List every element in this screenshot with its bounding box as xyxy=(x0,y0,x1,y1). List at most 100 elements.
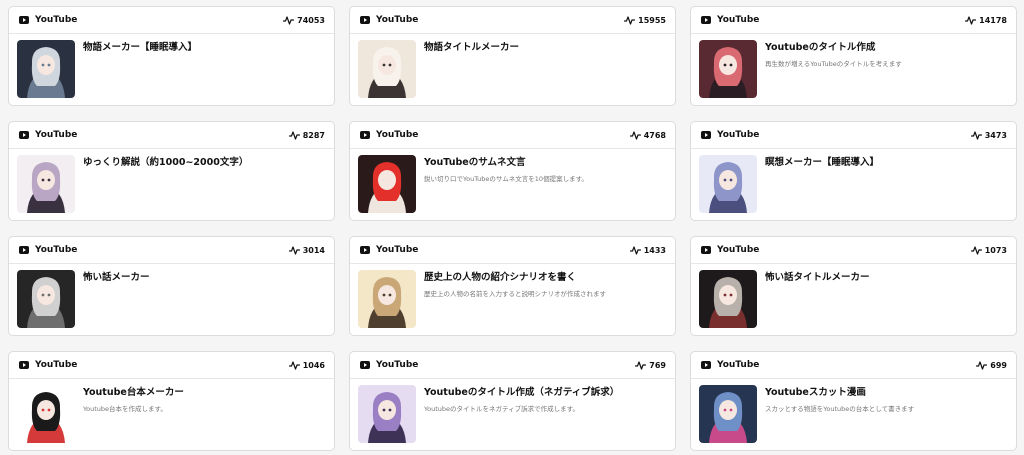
prompt-card[interactable]: YouTube 1046 Youtube台本メーカー Youtube台本を作成し… xyxy=(8,351,335,451)
thumbnail-image[interactable] xyxy=(17,270,75,328)
category-tag[interactable]: YouTube xyxy=(701,360,759,370)
thumbnail-image[interactable] xyxy=(17,40,75,98)
category-label: YouTube xyxy=(717,245,760,255)
prompt-card[interactable]: YouTube 3473 瞑想メーカー【睡眠導入】 xyxy=(690,121,1017,221)
card-header: YouTube 769 xyxy=(350,352,675,379)
prompt-card[interactable]: YouTube 4768 YouTubeのサムネ文言 鋭い切り口でYouTube… xyxy=(349,121,676,221)
card-header: YouTube 15955 xyxy=(350,7,675,34)
category-tag[interactable]: YouTube xyxy=(19,15,77,25)
usage-count: 14178 xyxy=(979,15,1007,25)
thumbnail-image[interactable] xyxy=(17,155,75,213)
youtube-icon xyxy=(360,16,370,24)
prompt-card[interactable]: YouTube 1073 怖い話タイトルメーカー xyxy=(690,236,1017,336)
youtube-icon xyxy=(360,131,370,139)
category-tag[interactable]: YouTube xyxy=(360,245,418,255)
card-info: Youtubeのタイトル作成（ネガティブ訴求） Youtubeのタイトルをネガテ… xyxy=(424,385,619,443)
card-title[interactable]: Youtubeのタイトル作成 xyxy=(765,41,902,54)
card-header: YouTube 1433 xyxy=(350,237,675,264)
thumbnail-image[interactable] xyxy=(358,270,416,328)
activity-icon xyxy=(624,15,636,25)
usage-stat: 4768 xyxy=(629,130,666,140)
usage-stat: 1433 xyxy=(629,246,666,255)
card-body: 瞑想メーカー【睡眠導入】 xyxy=(691,149,1016,219)
usage-count: 4768 xyxy=(643,130,666,140)
prompt-card[interactable]: YouTube 15955 物語タイトルメーカー xyxy=(349,6,676,106)
card-header: YouTube 1073 xyxy=(691,237,1016,264)
card-body: Youtube台本メーカー Youtube台本を作成します。 xyxy=(9,379,334,449)
activity-icon xyxy=(970,245,982,255)
usage-stat: 3014 xyxy=(288,246,325,255)
card-info: 歴史上の人物の紹介シナリオを書く 歴史上の人物の名前を入力すると説明シナリオが作… xyxy=(424,270,606,328)
prompt-card[interactable]: YouTube 74053 物語メーカー【睡眠導入】 xyxy=(8,6,335,106)
prompt-card[interactable]: YouTube 1433 歴史上の人物の紹介シナリオを書く 歴史上の人物の名前を… xyxy=(349,236,676,336)
usage-count: 1073 xyxy=(984,245,1007,255)
thumbnail-image[interactable] xyxy=(699,155,757,213)
card-body: 怖い話タイトルメーカー xyxy=(691,264,1016,334)
card-title[interactable]: ゆっくり解説（約1000~2000文字） xyxy=(83,156,248,169)
prompt-card[interactable]: YouTube 8287 ゆっくり解説（約1000~2000文字） xyxy=(8,121,335,221)
prompt-card[interactable]: YouTube 699 Youtubeスカット漫画 スカッとする物語をYoutu… xyxy=(690,351,1017,451)
card-header: YouTube 8287 xyxy=(9,122,334,149)
category-label: YouTube xyxy=(717,130,760,140)
category-label: YouTube xyxy=(717,15,760,25)
card-title[interactable]: Youtube台本メーカー xyxy=(83,386,184,399)
card-info: 怖い話タイトルメーカー xyxy=(765,270,870,328)
youtube-icon xyxy=(19,361,29,369)
card-header: YouTube 4768 xyxy=(350,122,675,149)
card-body: Youtubeスカット漫画 スカッとする物語をYoutubeの台本として書きます xyxy=(691,379,1016,449)
category-tag[interactable]: YouTube xyxy=(701,130,759,140)
card-title[interactable]: 瞑想メーカー【睡眠導入】 xyxy=(765,156,879,169)
usage-stat: 3473 xyxy=(970,130,1007,140)
category-tag[interactable]: YouTube xyxy=(19,360,77,370)
usage-count: 1046 xyxy=(302,360,325,370)
category-tag[interactable]: YouTube xyxy=(701,245,759,255)
card-body: 歴史上の人物の紹介シナリオを書く 歴史上の人物の名前を入力すると説明シナリオが作… xyxy=(350,264,675,334)
card-title[interactable]: 怖い話タイトルメーカー xyxy=(765,271,870,284)
category-tag[interactable]: YouTube xyxy=(19,130,77,140)
card-body: Youtubeのタイトル作成 再生数が増えるYouTubeのタイトルを考えます xyxy=(691,34,1016,104)
thumbnail-image[interactable] xyxy=(358,40,416,98)
card-info: Youtubeのタイトル作成 再生数が増えるYouTubeのタイトルを考えます xyxy=(765,40,902,98)
category-label: YouTube xyxy=(35,130,78,140)
thumbnail-image[interactable] xyxy=(699,40,757,98)
prompt-card[interactable]: YouTube 14178 Youtubeのタイトル作成 再生数が増えるYouT… xyxy=(690,6,1017,106)
card-body: 物語タイトルメーカー xyxy=(350,34,675,104)
category-tag[interactable]: YouTube xyxy=(701,15,759,25)
card-title[interactable]: Youtubeのタイトル作成（ネガティブ訴求） xyxy=(424,386,619,399)
card-description: 歴史上の人物の名前を入力すると説明シナリオが作成されます xyxy=(424,290,606,298)
card-info: 物語タイトルメーカー xyxy=(424,40,519,98)
card-header: YouTube 1046 xyxy=(9,352,334,379)
activity-icon xyxy=(965,15,977,25)
thumbnail-image[interactable] xyxy=(699,385,757,443)
thumbnail-image[interactable] xyxy=(699,270,757,328)
prompt-card[interactable]: YouTube 769 Youtubeのタイトル作成（ネガティブ訴求） Yout… xyxy=(349,351,676,451)
usage-count: 15955 xyxy=(638,15,666,25)
thumbnail-image[interactable] xyxy=(358,385,416,443)
card-title[interactable]: 怖い話メーカー xyxy=(83,271,150,284)
card-body: 怖い話メーカー xyxy=(9,264,334,334)
youtube-icon xyxy=(701,361,711,369)
card-title[interactable]: 物語タイトルメーカー xyxy=(424,41,519,54)
card-title[interactable]: 物語メーカー【睡眠導入】 xyxy=(83,41,197,54)
category-label: YouTube xyxy=(35,360,78,370)
card-info: Youtubeスカット漫画 スカッとする物語をYoutubeの台本として書きます xyxy=(765,385,914,443)
prompt-card[interactable]: YouTube 3014 怖い話メーカー xyxy=(8,236,335,336)
activity-icon xyxy=(629,130,641,140)
usage-count: 769 xyxy=(649,360,666,370)
thumbnail-image[interactable] xyxy=(358,155,416,213)
card-title[interactable]: Youtubeスカット漫画 xyxy=(765,386,914,399)
thumbnail-image[interactable] xyxy=(17,385,75,443)
card-description: 鋭い切り口でYouTubeのサムネ文言を10個提案します。 xyxy=(424,175,588,183)
card-info: Youtube台本メーカー Youtube台本を作成します。 xyxy=(83,385,184,443)
card-title[interactable]: YouTubeのサムネ文言 xyxy=(424,156,588,169)
card-title[interactable]: 歴史上の人物の紹介シナリオを書く xyxy=(424,271,606,284)
category-tag[interactable]: YouTube xyxy=(360,130,418,140)
category-tag[interactable]: YouTube xyxy=(360,15,418,25)
activity-icon xyxy=(970,130,982,140)
category-label: YouTube xyxy=(376,245,419,255)
category-tag[interactable]: YouTube xyxy=(19,245,77,255)
usage-stat: 14178 xyxy=(965,16,1007,25)
category-tag[interactable]: YouTube xyxy=(360,360,418,370)
card-header: YouTube 699 xyxy=(691,352,1016,379)
card-body: YouTubeのサムネ文言 鋭い切り口でYouTubeのサムネ文言を10個提案し… xyxy=(350,149,675,219)
